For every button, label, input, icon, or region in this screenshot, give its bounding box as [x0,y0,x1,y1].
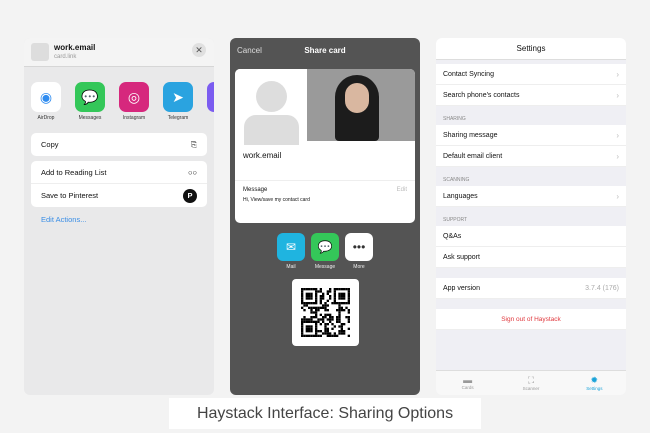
sign-out-label: Sign out of Haystack [501,315,561,323]
copy-icon: ⎘ [191,139,197,149]
share-app[interactable]: ◉ AirDrop [31,82,61,121]
app-label: AirDrop [37,115,55,121]
share-option[interactable]: ✉ Mail [277,233,305,270]
message-label: Message [243,187,268,193]
sharing-message-row[interactable]: Sharing message › [436,125,626,146]
share-icon: 💬 [311,233,339,261]
row-label: Contact Syncing [443,70,494,78]
copy-action[interactable]: Copy ⎘ [31,133,207,156]
row-label: Q&As [443,232,462,240]
chevron-right-icon: › [616,90,619,100]
reading-label: Add to Reading List [41,167,107,177]
app-icon: ◉ [31,82,61,112]
row-label: Search phone's contacts [443,91,520,99]
row-label: Default email client [443,152,503,160]
settings-screen: Settings Contact Syncing › Search phone's… [436,38,626,395]
avatar-placeholder [235,69,307,145]
default-email-row[interactable]: Default email client › [436,146,626,167]
share-subtitle: card.link [54,54,77,60]
card-email: work.email [235,141,415,181]
share-icon: ✉ [277,233,305,261]
app-label: Messages [78,115,102,121]
screen-title: Settings [436,38,626,60]
share-label: More [353,264,365,270]
qas-row[interactable]: Q&As [436,226,626,247]
ask-support-row[interactable]: Ask support [436,247,626,268]
app-version-row: App version 3.7.4 (176) [436,278,626,299]
glasses-icon: ○○ [187,167,197,177]
pinterest-icon: P [183,188,197,203]
link-thumbnail [31,43,49,61]
row-label: Ask support [443,253,480,261]
chevron-right-icon: › [616,130,619,140]
share-option[interactable]: 💬 Message [311,233,339,270]
app-label: Instagram [122,115,146,121]
message-text: Hi, View/save my contact card [243,197,310,203]
share-header: work.email card.link ✕ [24,38,214,67]
qr-code [291,279,359,346]
tab-label: Cards [461,385,474,390]
chevron-right-icon: › [616,191,619,201]
tab-scanner[interactable]: ⛶ Scanner [499,371,562,395]
sign-out-button[interactable]: Sign out of Haystack [436,309,626,330]
share-options: ✉ Mail 💬 Message ••• More [230,233,420,270]
copy-label: Copy [41,140,59,149]
app-label: Telegram [167,115,189,121]
share-label: Message [314,264,336,270]
tab-bar: ▬ Cards ⛶ Scanner ✹ Settings [436,370,626,395]
section-header: SCANNING [443,177,470,183]
tab-label: Settings [586,386,603,391]
cards-icon: ▬ [463,375,473,385]
close-icon[interactable]: ✕ [192,43,206,57]
app-row: ◉ AirDrop 💬 Messages ◎ Instagram ➤ Telegram [24,67,214,121]
app-icon: 💬 [75,82,105,112]
section-header: SHARING [443,116,466,122]
edit-actions-link[interactable]: Edit Actions... [24,212,214,227]
app-icon [207,82,214,112]
ios-share-sheet: work.email card.link ✕ ◉ AirDrop 💬 Messages… [24,38,214,395]
app-icon: ◎ [119,82,149,112]
share-app[interactable]: ➤ Telegram [163,82,193,121]
chevron-right-icon: › [616,151,619,161]
contact-card: work.email Message Edit Hi, View/save my … [235,69,415,223]
contact-syncing-row[interactable]: Contact Syncing › [436,64,626,85]
share-icon: ••• [345,233,373,261]
chevron-right-icon: › [616,69,619,79]
app-icon: ➤ [163,82,193,112]
row-label: Languages [443,192,478,200]
tab-label: Scanner [522,386,540,391]
share-title: work.email [54,43,96,52]
pinterest-action[interactable]: Save to Pinterest P [31,184,207,207]
share-option[interactable]: ••• More [345,233,373,270]
pinterest-label: Save to Pinterest [41,191,99,200]
section-header: SUPPORT [443,217,468,223]
share-app[interactable] [207,82,214,121]
share-app[interactable]: ◎ Instagram [119,82,149,121]
edit-message-button[interactable]: Edit [397,187,407,193]
share-label: Mail [286,264,296,270]
share-app[interactable]: 💬 Messages [75,82,105,121]
row-label: App version [443,284,480,292]
tab-cards[interactable]: ▬ Cards [436,371,499,395]
row-label: Sharing message [443,131,498,139]
languages-row[interactable]: Languages › [436,186,626,207]
profile-photo [307,69,415,141]
tab-settings[interactable]: ✹ Settings [563,371,626,395]
search-contacts-row[interactable]: Search phone's contacts › [436,85,626,106]
caption: Haystack Interface: Sharing Options [169,398,481,429]
screen-title: Share card [304,46,346,55]
share-card-screen: Cancel Share card work.email Message Edit … [230,38,420,395]
gear-icon: ✹ [590,375,599,385]
reading-list-action[interactable]: Add to Reading List ○○ [31,161,207,184]
scanner-icon: ⛶ [527,375,535,385]
version-value: 3.7.4 (176) [585,284,619,292]
